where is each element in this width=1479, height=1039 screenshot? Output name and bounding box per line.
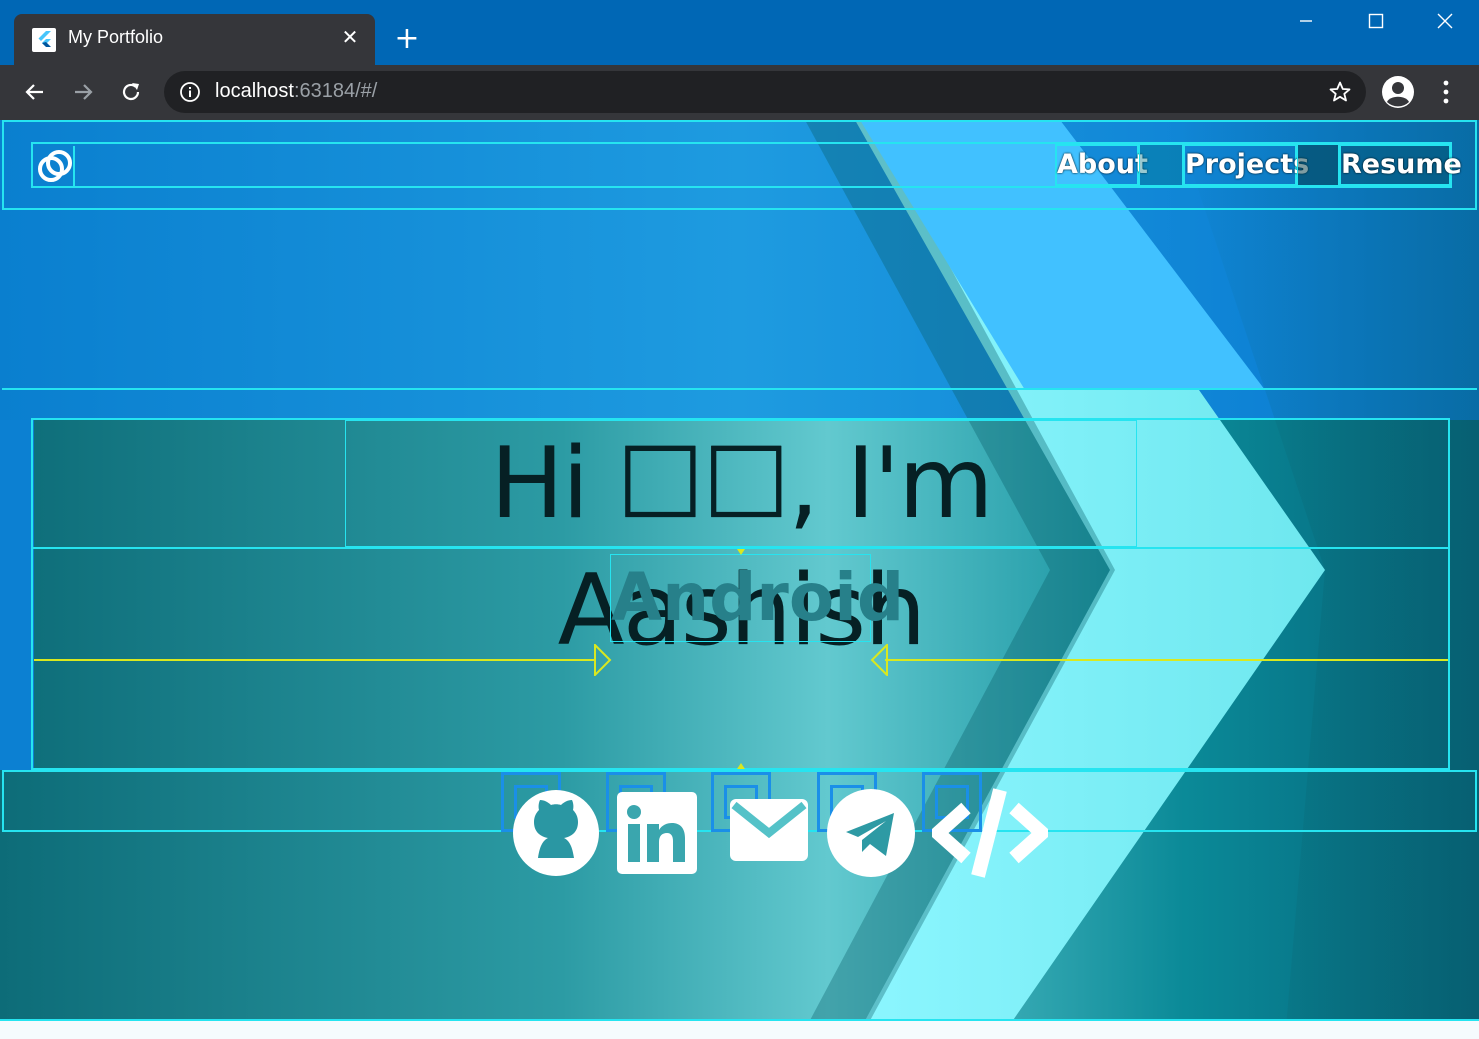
page-viewport: About Projects Resume Hi ☐☐, I'm Aashish… [0,120,1479,1039]
maximize-icon[interactable] [1346,6,1406,42]
browser-toolbar: localhost:63184/#/ [0,65,1479,120]
email-icon[interactable] [730,799,808,861]
url-host: localhost [215,80,294,102]
info-icon[interactable] [179,81,201,103]
hero-subtitle: Android [610,554,904,642]
reload-icon[interactable] [115,76,147,108]
bookmark-star-icon[interactable] [1328,80,1352,104]
browser-titlebar: My Portfolio ✕ + [0,0,1479,66]
flutter-icon [32,28,56,52]
address-bar[interactable]: localhost:63184/#/ [164,71,1366,113]
linkedin-icon[interactable] [617,792,697,874]
new-tab-button[interactable]: + [390,22,424,56]
nav-spacer [1297,144,1339,186]
navbar: About Projects Resume [31,142,1462,188]
nav-projects-link[interactable]: Projects [1183,144,1309,186]
layout-marker [737,549,745,555]
close-window-icon[interactable] [1415,6,1475,42]
forward-arrow-icon[interactable] [67,76,99,108]
tab-title: My Portfolio [68,27,164,47]
url-text: localhost:63184/#/ [215,80,377,103]
tab-close-icon[interactable]: ✕ [337,24,363,50]
section-divider [2,388,1477,392]
code-icon[interactable] [932,788,1048,878]
nav-resume-link[interactable]: Resume [1339,144,1462,186]
layout-marker [737,763,745,769]
kebab-menu-icon[interactable] [1434,77,1458,107]
github-icon[interactable] [510,788,602,878]
layout-arrow-left [34,659,596,661]
profile-avatar-icon[interactable] [1381,75,1415,109]
logo-icon[interactable] [35,146,75,186]
telegram-icon[interactable] [826,788,916,878]
back-arrow-icon[interactable] [19,76,51,108]
nav-spacer [1139,144,1183,186]
url-path: :63184/#/ [293,80,378,102]
minimize-icon[interactable] [1276,6,1336,42]
layout-arrow-right [885,659,1448,661]
hero-title: Hi ☐☐, I'm Aashish [345,420,1137,668]
nav-about-link[interactable]: About [1055,144,1148,186]
browser-tab[interactable]: My Portfolio ✕ [14,14,375,66]
page-footer [0,1019,1479,1039]
